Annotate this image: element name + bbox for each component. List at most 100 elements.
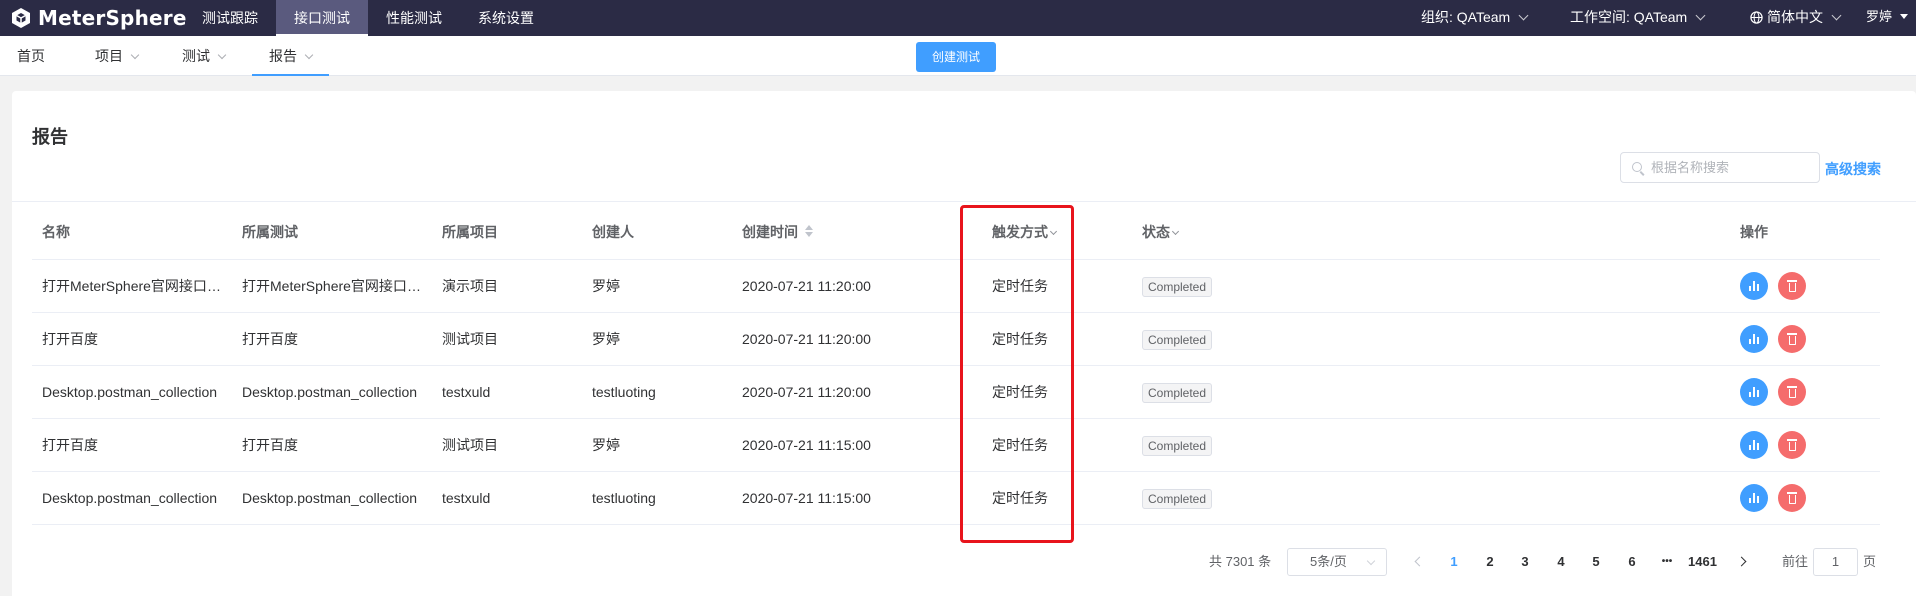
- column-header-actions: 操作: [1740, 224, 1768, 240]
- sub-navbar: 首页 项目 测试 报告 创建测试: [0, 36, 1916, 76]
- delete-report-button[interactable]: [1778, 378, 1806, 406]
- language-dropdown[interactable]: 简体中文: [1750, 0, 1842, 36]
- user-menu[interactable]: 罗婷: [1866, 0, 1909, 36]
- cell-name[interactable]: 打开百度: [42, 419, 227, 472]
- table-row[interactable]: 打开百度 打开百度 测试项目 罗婷 2020-07-21 11:15:00 定时…: [32, 419, 1880, 472]
- bar-chart-icon: [1749, 440, 1759, 450]
- status-badge: Completed: [1142, 436, 1213, 457]
- page-number[interactable]: 6: [1622, 548, 1642, 576]
- cell-name[interactable]: 打开百度: [42, 313, 227, 366]
- trash-icon: [1787, 492, 1797, 504]
- chevron-down-icon: [1366, 556, 1376, 566]
- page-number-last[interactable]: 1461: [1688, 548, 1717, 576]
- column-header-create-time[interactable]: 创建时间: [742, 205, 814, 260]
- column-header-creator: 创建人: [592, 224, 634, 240]
- main-menu: 测试跟踪 接口测试 性能测试 系统设置: [184, 0, 552, 36]
- column-header-project: 所属项目: [442, 224, 498, 240]
- trash-icon: [1787, 280, 1797, 292]
- create-test-button[interactable]: 创建测试: [916, 42, 996, 72]
- cell-project: 演示项目: [442, 278, 498, 294]
- search-box[interactable]: [1620, 152, 1820, 183]
- organization-dropdown[interactable]: 组织: QATeam: [1421, 0, 1529, 36]
- cell-name[interactable]: 打开MeterSphere官网接口测试: [42, 260, 227, 313]
- advanced-search-link[interactable]: 高级搜索: [1825, 159, 1881, 179]
- table-row[interactable]: Desktop.postman_collection Desktop.postm…: [32, 366, 1880, 419]
- trash-icon: [1787, 333, 1797, 345]
- table-row[interactable]: Desktop.postman_collection Desktop.postm…: [32, 472, 1880, 525]
- cell-test: 打开MeterSphere官网接口测试: [242, 278, 427, 294]
- delete-report-button[interactable]: [1778, 431, 1806, 459]
- sub-menu: 首页 项目 测试 报告: [0, 36, 329, 76]
- search-input[interactable]: [1651, 153, 1816, 182]
- page-number[interactable]: 1: [1444, 548, 1464, 576]
- status-badge: Completed: [1142, 489, 1213, 510]
- page-number[interactable]: 5: [1586, 548, 1606, 576]
- cell-create-time: 2020-07-21 11:20:00: [742, 278, 871, 294]
- table-row[interactable]: 打开百度 打开百度 测试项目 罗婷 2020-07-21 11:20:00 定时…: [32, 313, 1880, 366]
- column-header-name: 名称: [42, 224, 70, 240]
- bar-chart-icon: [1749, 493, 1759, 503]
- chevron-down-icon: [217, 50, 227, 60]
- filter-chevron-icon[interactable]: [1171, 227, 1180, 236]
- menu-api-test[interactable]: 接口测试: [276, 0, 368, 36]
- submenu-report[interactable]: 报告: [252, 36, 329, 76]
- delete-report-button[interactable]: [1778, 272, 1806, 300]
- submenu-project[interactable]: 项目: [62, 36, 155, 76]
- table-row[interactable]: 打开MeterSphere官网接口测试 打开MeterSphere官网接口测试 …: [32, 260, 1880, 313]
- pagination-total: 共 7301 条: [1209, 554, 1272, 569]
- cell-name[interactable]: Desktop.postman_collection: [42, 366, 227, 419]
- delete-report-button[interactable]: [1778, 484, 1806, 512]
- sort-icon[interactable]: [804, 225, 814, 239]
- chevron-down-icon: [1518, 10, 1529, 21]
- page-size-select[interactable]: 5条/页: [1287, 548, 1387, 576]
- bar-chart-icon: [1749, 281, 1759, 291]
- menu-performance-test[interactable]: 性能测试: [368, 0, 460, 36]
- trash-icon: [1787, 439, 1797, 451]
- view-report-button[interactable]: [1740, 325, 1768, 353]
- cell-create-time: 2020-07-21 11:20:00: [742, 384, 871, 400]
- view-report-button[interactable]: [1740, 378, 1768, 406]
- app-name: MeterSphere: [38, 6, 187, 30]
- app-logo[interactable]: MeterSphere: [10, 6, 187, 30]
- table-header: 名称 所属测试 所属项目 创建人 创建时间 触发方式 状态 操作: [32, 205, 1880, 260]
- submenu-home[interactable]: 首页: [0, 36, 62, 76]
- cell-status: Completed: [1142, 472, 1213, 525]
- top-navbar: MeterSphere 测试跟踪 接口测试 性能测试 系统设置 组织: QATe…: [0, 0, 1916, 36]
- bar-chart-icon: [1749, 334, 1759, 344]
- chevron-down-icon: [130, 50, 140, 60]
- search-icon: [1632, 162, 1642, 172]
- page-number[interactable]: 3: [1515, 548, 1535, 576]
- menu-system-settings[interactable]: 系统设置: [460, 0, 552, 36]
- divider: [12, 201, 1916, 202]
- status-badge: Completed: [1142, 330, 1213, 351]
- cell-status: Completed: [1142, 313, 1213, 366]
- metersphere-logo-icon: [12, 8, 30, 28]
- cell-project: 测试项目: [442, 437, 498, 453]
- bar-chart-icon: [1749, 387, 1759, 397]
- page-number[interactable]: 2: [1480, 548, 1500, 576]
- column-header-status[interactable]: 状态: [1142, 205, 1180, 260]
- view-report-button[interactable]: [1740, 272, 1768, 300]
- globe-icon: [1750, 11, 1763, 24]
- cell-status: Completed: [1142, 419, 1213, 472]
- cell-test: Desktop.postman_collection: [242, 490, 418, 506]
- view-report-button[interactable]: [1740, 484, 1768, 512]
- column-header-test: 所属测试: [242, 224, 298, 240]
- chevron-down-icon: [1695, 10, 1706, 21]
- cell-test: Desktop.postman_collection: [242, 384, 418, 400]
- cell-creator: 罗婷: [592, 331, 620, 347]
- cell-create-time: 2020-07-21 11:20:00: [742, 331, 871, 347]
- cell-project: testxuld: [442, 384, 491, 400]
- submenu-test[interactable]: 测试: [155, 36, 242, 76]
- cell-name[interactable]: Desktop.postman_collection: [42, 472, 227, 525]
- chevron-down-icon: [1831, 10, 1842, 21]
- more-pages-ellipsis[interactable]: •••: [1657, 548, 1677, 576]
- page-number[interactable]: 4: [1551, 548, 1571, 576]
- delete-report-button[interactable]: [1778, 325, 1806, 353]
- workspace-dropdown[interactable]: 工作空间: QATeam: [1570, 0, 1706, 36]
- view-report-button[interactable]: [1740, 431, 1768, 459]
- highlight-annotation-box: [960, 205, 1074, 543]
- cell-creator: testluoting: [592, 384, 656, 400]
- goto-page-input[interactable]: 1: [1813, 548, 1858, 576]
- menu-test-track[interactable]: 测试跟踪: [184, 0, 276, 36]
